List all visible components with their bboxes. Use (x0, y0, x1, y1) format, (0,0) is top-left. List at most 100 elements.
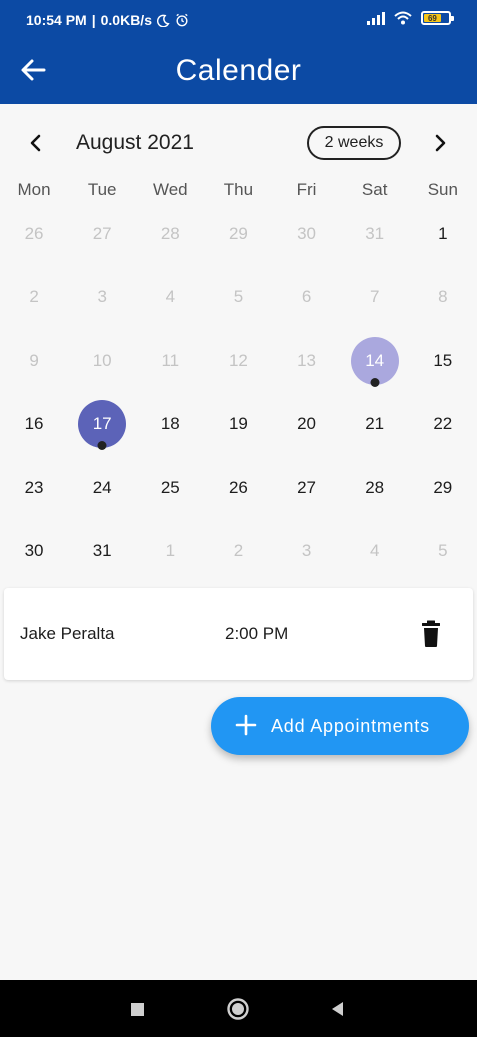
day-cell[interactable]: 3 (68, 266, 136, 330)
day-cell[interactable]: 11 (136, 329, 204, 393)
calendar-header: August 2021 2 weeks (0, 120, 477, 166)
day-number: 30 (297, 223, 317, 243)
day-cell[interactable]: 26 (204, 456, 272, 520)
day-number: 5 (233, 287, 244, 307)
day-cell[interactable]: 19 (204, 393, 272, 457)
day-number: 30 (24, 541, 44, 561)
day-number: 13 (297, 350, 317, 370)
day-cell[interactable]: 28 (341, 456, 409, 520)
day-cell[interactable]: 29 (204, 202, 272, 266)
event-marker-dot (370, 377, 380, 387)
week-row: 23 24 25 26 27 28 29 (0, 456, 477, 520)
day-cell[interactable]: 9 (0, 329, 68, 393)
day-cell[interactable]: 29 (409, 456, 477, 520)
signal-icon (367, 11, 385, 25)
day-cell[interactable]: 22 (409, 393, 477, 457)
day-number: 27 (92, 223, 112, 243)
day-cell[interactable]: 23 (0, 456, 68, 520)
day-number: 3 (301, 541, 312, 561)
day-number: 5 (438, 541, 448, 561)
day-number: 31 (92, 541, 112, 561)
day-cell[interactable]: 26 (0, 202, 68, 266)
format-toggle-button[interactable]: 2 weeks (307, 126, 401, 160)
day-number: 22 (433, 414, 453, 434)
moon-icon (156, 14, 170, 27)
calendar-grid: 26 27 28 29 30 31 1 2 3 4 5 6 7 8 9 10 11 12 13 14 15 16 17 18 1… (0, 202, 477, 583)
day-number: 18 (160, 414, 180, 434)
day-number: 23 (24, 477, 44, 497)
day-number: 21 (365, 414, 385, 434)
day-number: 6 (301, 287, 312, 307)
day-number: 1 (165, 541, 176, 561)
day-cell[interactable]: 16 (0, 393, 68, 457)
week-row: 26 27 28 29 30 31 1 (0, 202, 477, 266)
plus-icon (235, 714, 257, 736)
day-cell[interactable]: 28 (136, 202, 204, 266)
day-number: 12 (228, 350, 248, 370)
day-cell[interactable]: 18 (136, 393, 204, 457)
chevron-left-icon[interactable] (24, 131, 48, 155)
day-cell[interactable]: 6 (273, 266, 341, 330)
appointment-name: Jake Peralta (20, 624, 115, 643)
day-cell[interactable]: 21 (341, 393, 409, 457)
day-cell[interactable]: 14 (341, 329, 409, 393)
battery-level: 69 (424, 14, 441, 23)
page-title: Calender (175, 54, 302, 87)
day-cell[interactable]: 4 (136, 266, 204, 330)
app-bar: Calender (0, 38, 477, 104)
home-circle-icon[interactable] (225, 996, 251, 1022)
day-number: 20 (297, 414, 317, 434)
day-cell[interactable]: 5 (409, 520, 477, 584)
day-cell[interactable]: 4 (341, 520, 409, 584)
day-cell[interactable]: 15 (409, 329, 477, 393)
chevron-right-icon[interactable] (428, 131, 452, 155)
day-number: 2 (233, 541, 244, 561)
day-number: 10 (92, 350, 112, 370)
day-cell[interactable]: 31 (68, 520, 136, 584)
day-number: 17 (92, 414, 112, 434)
day-cell[interactable]: 8 (409, 266, 477, 330)
day-cell[interactable]: 30 (0, 520, 68, 584)
week-row: 9 10 11 12 13 14 15 (0, 329, 477, 393)
day-number: 28 (365, 477, 385, 497)
day-number: 26 (24, 223, 44, 243)
day-number: 19 (228, 414, 248, 434)
system-nav-bar (0, 980, 477, 1037)
day-cell[interactable]: 10 (68, 329, 136, 393)
day-cell[interactable]: 25 (136, 456, 204, 520)
day-cell[interactable]: 20 (273, 393, 341, 457)
trash-icon[interactable] (419, 620, 443, 648)
status-separator: | (91, 12, 96, 28)
day-cell[interactable]: 30 (273, 202, 341, 266)
day-number: 29 (433, 477, 453, 497)
day-cell[interactable]: 17 (68, 393, 136, 457)
day-number: 4 (369, 541, 380, 561)
day-number: 2 (29, 287, 39, 307)
day-cell[interactable]: 1 (136, 520, 204, 584)
event-marker-dot (97, 441, 107, 451)
month-label: August 2021 (76, 131, 194, 154)
day-number: 31 (365, 223, 385, 243)
appointment-card[interactable]: Jake Peralta 2:00 PM (4, 588, 473, 680)
day-number: 9 (29, 350, 39, 370)
day-cell[interactable]: 7 (341, 266, 409, 330)
day-cell[interactable]: 2 (0, 266, 68, 330)
battery-icon: 69 (421, 11, 454, 25)
day-cell[interactable]: 27 (273, 456, 341, 520)
day-cell[interactable]: 12 (204, 329, 272, 393)
day-cell[interactable]: 27 (68, 202, 136, 266)
recents-square-icon[interactable] (124, 996, 150, 1022)
day-cell[interactable]: 3 (273, 520, 341, 584)
day-number: 11 (161, 350, 180, 370)
add-appointments-button[interactable]: Add Appointments (211, 697, 469, 755)
day-cell[interactable]: 1 (409, 202, 477, 266)
day-cell[interactable]: 31 (341, 202, 409, 266)
day-cell[interactable]: 2 (204, 520, 272, 584)
back-triangle-icon[interactable] (324, 996, 350, 1022)
day-cell[interactable]: 24 (68, 456, 136, 520)
day-cell[interactable]: 13 (273, 329, 341, 393)
wifi-icon (394, 11, 412, 25)
day-number: 3 (97, 287, 107, 307)
day-number: 14 (365, 350, 385, 370)
day-cell[interactable]: 5 (204, 266, 272, 330)
